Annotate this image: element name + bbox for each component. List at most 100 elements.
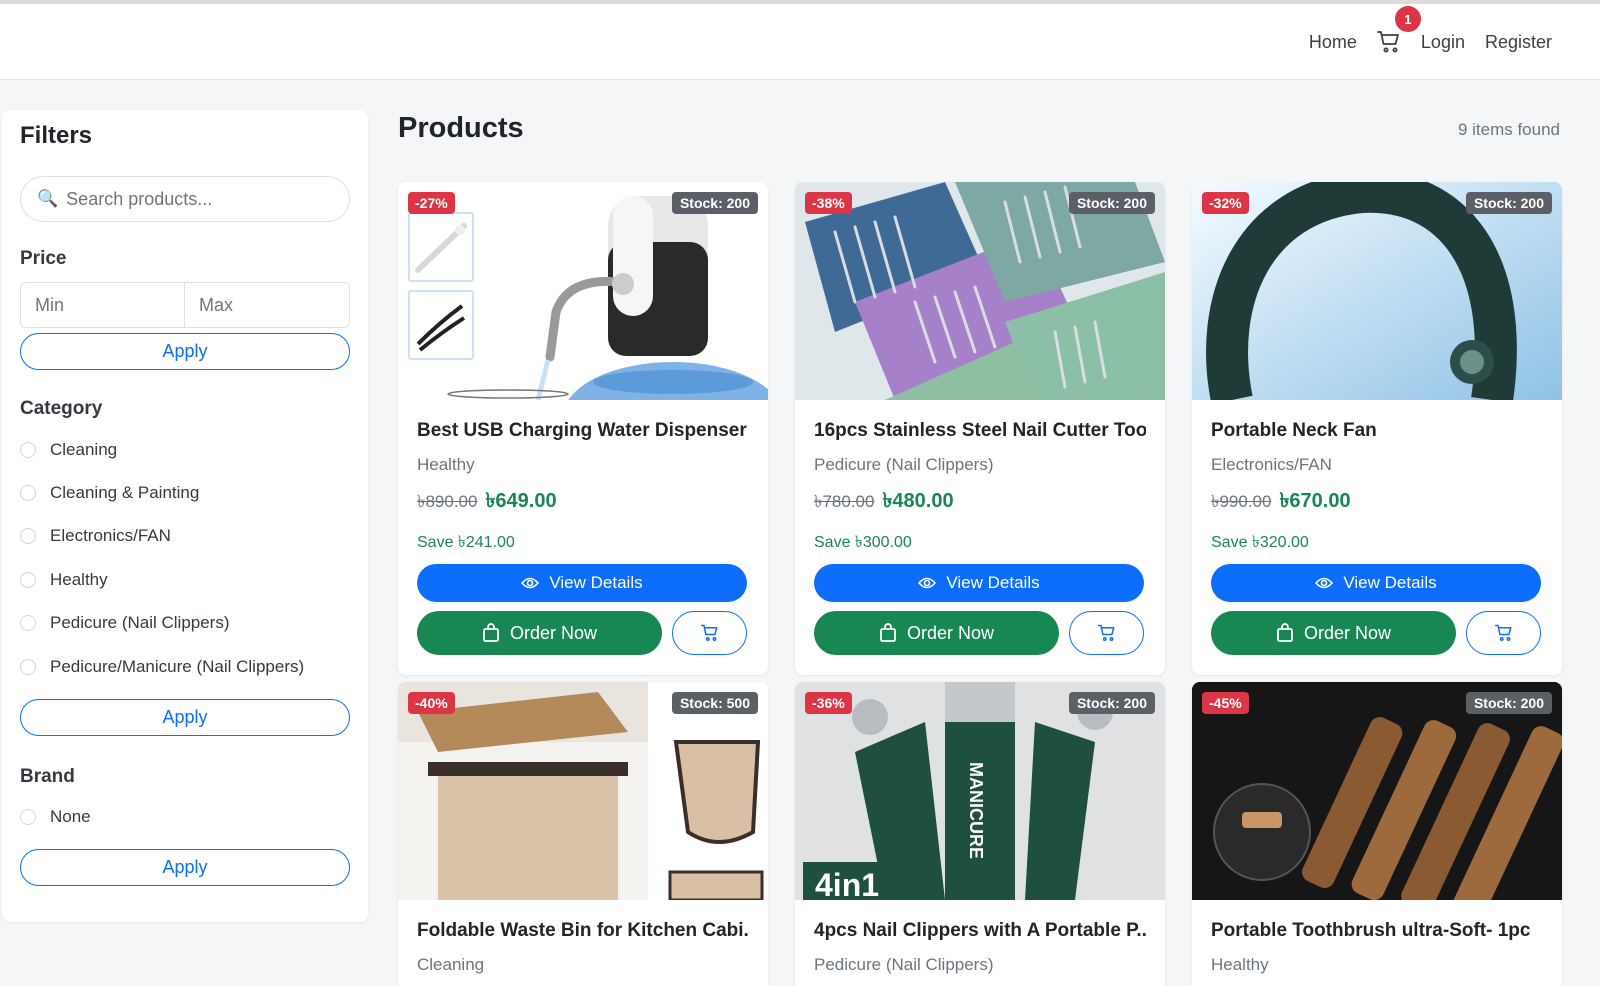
category-option-pedicure[interactable]: Pedicure (Nail Clippers) <box>20 613 230 633</box>
order-now-label: Order Now <box>906 622 995 643</box>
category-option-label: Electronics/FAN <box>50 526 171 545</box>
discount-badge: -36% <box>805 692 852 714</box>
category-option-pedicure-manicure[interactable]: Pedicure/Manicure (Nail Clippers) <box>20 657 304 677</box>
product-card: 4in1 MANICURE -36% Stock: 200 4pcs Nail … <box>795 682 1165 986</box>
radio-button[interactable] <box>20 659 36 675</box>
product-image[interactable]: -40% Stock: 500 <box>398 682 768 900</box>
shopping-bag-icon <box>483 623 499 642</box>
thumbnail-image[interactable] <box>408 290 474 360</box>
shopping-bag-icon <box>880 623 896 642</box>
product-image[interactable]: -38% Stock: 200 <box>795 182 1165 400</box>
nav-login-link[interactable]: Login <box>1421 32 1465 53</box>
product-name[interactable]: Foldable Waste Bin for Kitchen Cabi... <box>417 920 749 942</box>
card-actions: Order Now <box>417 611 749 655</box>
page-title: Products <box>398 112 524 144</box>
search-icon: 🔍 <box>37 189 59 208</box>
category-option-cleaning-painting[interactable]: Cleaning & Painting <box>20 483 199 503</box>
category-option-label: Pedicure (Nail Clippers) <box>50 613 230 632</box>
usb-cable-thumbnail-icon <box>416 304 466 352</box>
product-name[interactable]: Best USB Charging Water Dispenser <box>417 420 749 442</box>
price-max-input[interactable] <box>185 283 349 327</box>
price-apply-button[interactable]: Apply <box>20 333 350 370</box>
original-price: ৳780.00 <box>814 492 875 511</box>
radio-button[interactable] <box>20 528 36 544</box>
order-now-button[interactable]: Order Now <box>814 611 1059 655</box>
product-image[interactable]: -27% Stock: 200 <box>398 182 768 400</box>
card-actions: Order Now <box>1211 611 1543 655</box>
category-option-healthy[interactable]: Healthy <box>20 570 108 590</box>
eye-icon <box>1315 577 1334 589</box>
cart-icon <box>1377 31 1399 53</box>
product-name[interactable]: Portable Toothbrush ultra-Soft- 1pc <box>1211 920 1543 942</box>
add-to-cart-button[interactable] <box>672 611 747 655</box>
card-actions: Order Now <box>814 611 1146 655</box>
radio-button[interactable] <box>20 615 36 631</box>
savings-text: Save ৳300.00 <box>814 534 912 551</box>
order-now-button[interactable]: Order Now <box>417 611 662 655</box>
product-card: -27% Stock: 200 Best USB Charging Water … <box>398 182 768 675</box>
view-details-button[interactable]: View Details <box>814 564 1144 602</box>
nav-links: Home 1 Login Register <box>1309 6 1552 54</box>
discount-badge: -45% <box>1202 692 1249 714</box>
product-name[interactable]: 16pcs Stainless Steel Nail Cutter Too... <box>814 420 1146 442</box>
add-to-cart-button[interactable] <box>1466 611 1541 655</box>
brand-apply-button[interactable]: Apply <box>20 849 350 886</box>
order-now-label: Order Now <box>509 622 598 643</box>
product-name[interactable]: 4pcs Nail Clippers with A Portable P... <box>814 920 1146 942</box>
radio-button[interactable] <box>20 442 36 458</box>
items-found-count: 9 items found <box>1457 120 1560 139</box>
product-image[interactable]: -45% Stock: 200 <box>1192 682 1562 900</box>
manicure-label: MANICURE <box>966 762 986 859</box>
view-details-button[interactable]: View Details <box>1211 564 1541 602</box>
product-name[interactable]: Portable Neck Fan <box>1211 420 1543 442</box>
waste-bin-image <box>398 682 768 900</box>
discount-badge: -27% <box>408 192 455 214</box>
price-range <box>20 282 350 328</box>
nav-home-link[interactable]: Home <box>1309 32 1357 53</box>
search-input[interactable] <box>66 188 327 210</box>
sale-price: ৳670.00 <box>1279 490 1351 512</box>
radio-button[interactable] <box>20 572 36 588</box>
view-details-button[interactable]: View Details <box>417 564 747 602</box>
toothbrush-image <box>1192 682 1562 900</box>
category-apply-button[interactable]: Apply <box>20 699 350 736</box>
product-card-body: Portable Toothbrush ultra-Soft- 1pc Heal… <box>1192 900 1562 975</box>
nav-register-link[interactable]: Register <box>1485 32 1552 53</box>
savings-text: Save ৳241.00 <box>417 534 515 551</box>
discount-badge: -32% <box>1202 192 1249 214</box>
product-category: Cleaning <box>417 955 485 974</box>
category-option-cleaning[interactable]: Cleaning <box>20 440 117 460</box>
product-card: -32% Stock: 200 Portable Neck Fan Electr… <box>1192 182 1562 675</box>
stock-badge: Stock: 200 <box>671 192 758 214</box>
category-option-electronics-fan[interactable]: Electronics/FAN <box>20 526 171 546</box>
filters-title: Filters <box>20 122 93 149</box>
cart-icon <box>1494 624 1511 641</box>
product-category: Healthy <box>417 455 475 474</box>
nav-cart-link[interactable]: 1 <box>1377 6 1421 54</box>
search-box[interactable]: 🔍 <box>20 176 350 222</box>
product-card-body: 16pcs Stainless Steel Nail Cutter Too...… <box>795 400 1165 655</box>
order-now-button[interactable]: Order Now <box>1211 611 1456 655</box>
add-to-cart-button[interactable] <box>1069 611 1144 655</box>
stock-badge: Stock: 200 <box>1465 692 1552 714</box>
product-card-body: Foldable Waste Bin for Kitchen Cabi... C… <box>398 900 768 975</box>
four-in-one-label: 4in1 <box>815 867 879 900</box>
radio-button[interactable] <box>20 485 36 501</box>
neck-fan-image <box>1192 182 1562 400</box>
product-image[interactable]: -32% Stock: 200 <box>1192 182 1562 400</box>
stock-badge: Stock: 200 <box>1068 692 1155 714</box>
brand-option-none[interactable]: None <box>20 807 91 827</box>
stock-badge: Stock: 200 <box>1068 192 1155 214</box>
radio-button[interactable] <box>20 809 36 825</box>
product-image[interactable]: 4in1 MANICURE -36% Stock: 200 <box>795 682 1165 900</box>
category-option-label: Healthy <box>50 570 108 589</box>
price-min-input[interactable] <box>21 283 185 327</box>
eye-icon <box>918 577 937 589</box>
nail-cutter-kit-image <box>795 182 1165 400</box>
filters-sidebar: Filters 🔍 Price Apply Category Cleaning … <box>2 110 368 922</box>
product-card: -40% Stock: 500 Foldable Waste Bin for K… <box>398 682 768 986</box>
product-card: -38% Stock: 200 16pcs Stainless Steel Na… <box>795 182 1165 675</box>
discount-badge: -40% <box>408 692 455 714</box>
thumbnail-image[interactable] <box>408 212 474 282</box>
original-price: ৳890.00 <box>417 492 478 511</box>
